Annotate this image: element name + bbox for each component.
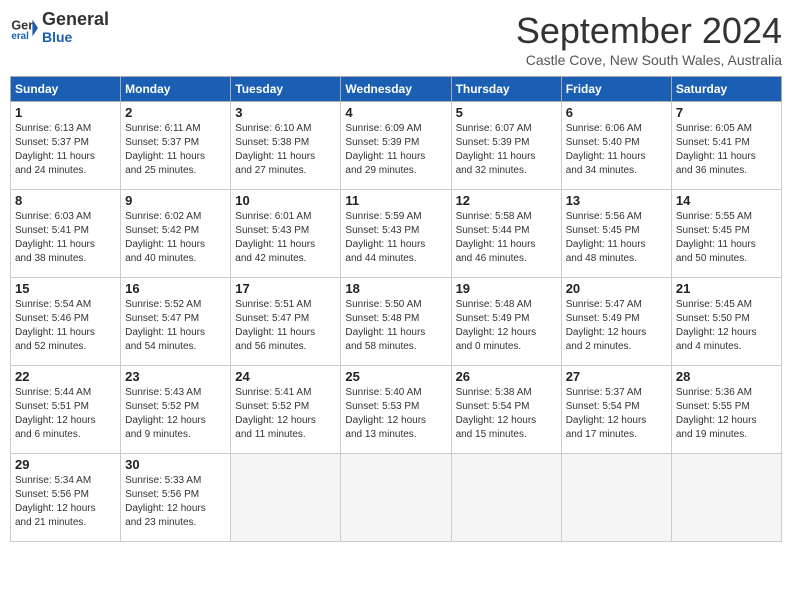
day-14: 14 Sunrise: 5:55 AMSunset: 5:45 PMDaylig… [671, 190, 781, 278]
day-22: 22 Sunrise: 5:44 AMSunset: 5:51 PMDaylig… [11, 366, 121, 454]
calendar-table: Sunday Monday Tuesday Wednesday Thursday… [10, 76, 782, 542]
day-4: 4 Sunrise: 6:09 AMSunset: 5:39 PMDayligh… [341, 102, 451, 190]
day-6: 6 Sunrise: 6:06 AMSunset: 5:40 PMDayligh… [561, 102, 671, 190]
week-row-3: 15 Sunrise: 5:54 AMSunset: 5:46 PMDaylig… [11, 278, 782, 366]
calendar-header-row: Sunday Monday Tuesday Wednesday Thursday… [11, 77, 782, 102]
header-thursday: Thursday [451, 77, 561, 102]
header-wednesday: Wednesday [341, 77, 451, 102]
day-30: 30 Sunrise: 5:33 AMSunset: 5:56 PMDaylig… [121, 454, 231, 542]
logo-line2: Blue [42, 30, 109, 45]
day-26: 26 Sunrise: 5:38 AMSunset: 5:54 PMDaylig… [451, 366, 561, 454]
day-8: 8 Sunrise: 6:03 AMSunset: 5:41 PMDayligh… [11, 190, 121, 278]
day-2: 2 Sunrise: 6:11 AMSunset: 5:37 PMDayligh… [121, 102, 231, 190]
header-sunday: Sunday [11, 77, 121, 102]
day-23: 23 Sunrise: 5:43 AMSunset: 5:52 PMDaylig… [121, 366, 231, 454]
day-10: 10 Sunrise: 6:01 AMSunset: 5:43 PMDaylig… [231, 190, 341, 278]
empty-cell-1 [231, 454, 341, 542]
day-7: 7 Sunrise: 6:05 AMSunset: 5:41 PMDayligh… [671, 102, 781, 190]
day-20: 20 Sunrise: 5:47 AMSunset: 5:49 PMDaylig… [561, 278, 671, 366]
location: Castle Cove, New South Wales, Australia [516, 52, 782, 68]
logo-line1: General [42, 10, 109, 30]
header-tuesday: Tuesday [231, 77, 341, 102]
day-27: 27 Sunrise: 5:37 AMSunset: 5:54 PMDaylig… [561, 366, 671, 454]
day-24: 24 Sunrise: 5:41 AMSunset: 5:52 PMDaylig… [231, 366, 341, 454]
day-15: 15 Sunrise: 5:54 AMSunset: 5:46 PMDaylig… [11, 278, 121, 366]
day-13: 13 Sunrise: 5:56 AMSunset: 5:45 PMDaylig… [561, 190, 671, 278]
day-16: 16 Sunrise: 5:52 AMSunset: 5:47 PMDaylig… [121, 278, 231, 366]
day-21: 21 Sunrise: 5:45 AMSunset: 5:50 PMDaylig… [671, 278, 781, 366]
week-row-2: 8 Sunrise: 6:03 AMSunset: 5:41 PMDayligh… [11, 190, 782, 278]
day-5: 5 Sunrise: 6:07 AMSunset: 5:39 PMDayligh… [451, 102, 561, 190]
week-row-4: 22 Sunrise: 5:44 AMSunset: 5:51 PMDaylig… [11, 366, 782, 454]
empty-cell-3 [451, 454, 561, 542]
title-block: September 2024 Castle Cove, New South Wa… [516, 10, 782, 68]
day-12: 12 Sunrise: 5:58 AMSunset: 5:44 PMDaylig… [451, 190, 561, 278]
day-25: 25 Sunrise: 5:40 AMSunset: 5:53 PMDaylig… [341, 366, 451, 454]
header-friday: Friday [561, 77, 671, 102]
logo-icon: Gen eral [10, 14, 38, 42]
header-monday: Monday [121, 77, 231, 102]
day-29: 29 Sunrise: 5:34 AMSunset: 5:56 PMDaylig… [11, 454, 121, 542]
day-3: 3 Sunrise: 6:10 AMSunset: 5:38 PMDayligh… [231, 102, 341, 190]
week-row-5: 29 Sunrise: 5:34 AMSunset: 5:56 PMDaylig… [11, 454, 782, 542]
day-1: 1 Sunrise: 6:13 AMSunset: 5:37 PMDayligh… [11, 102, 121, 190]
week-row-1: 1 Sunrise: 6:13 AMSunset: 5:37 PMDayligh… [11, 102, 782, 190]
header-saturday: Saturday [671, 77, 781, 102]
page-header: Gen eral General Blue September 2024 Cas… [10, 10, 782, 68]
empty-cell-5 [671, 454, 781, 542]
month-title: September 2024 [516, 10, 782, 52]
day-9: 9 Sunrise: 6:02 AMSunset: 5:42 PMDayligh… [121, 190, 231, 278]
empty-cell-4 [561, 454, 671, 542]
day-28: 28 Sunrise: 5:36 AMSunset: 5:55 PMDaylig… [671, 366, 781, 454]
day-18: 18 Sunrise: 5:50 AMSunset: 5:48 PMDaylig… [341, 278, 451, 366]
svg-text:eral: eral [11, 31, 29, 42]
svg-text:Gen: Gen [11, 18, 36, 32]
day-19: 19 Sunrise: 5:48 AMSunset: 5:49 PMDaylig… [451, 278, 561, 366]
day-11: 11 Sunrise: 5:59 AMSunset: 5:43 PMDaylig… [341, 190, 451, 278]
empty-cell-2 [341, 454, 451, 542]
logo: Gen eral General Blue [10, 10, 109, 45]
day-17: 17 Sunrise: 5:51 AMSunset: 5:47 PMDaylig… [231, 278, 341, 366]
